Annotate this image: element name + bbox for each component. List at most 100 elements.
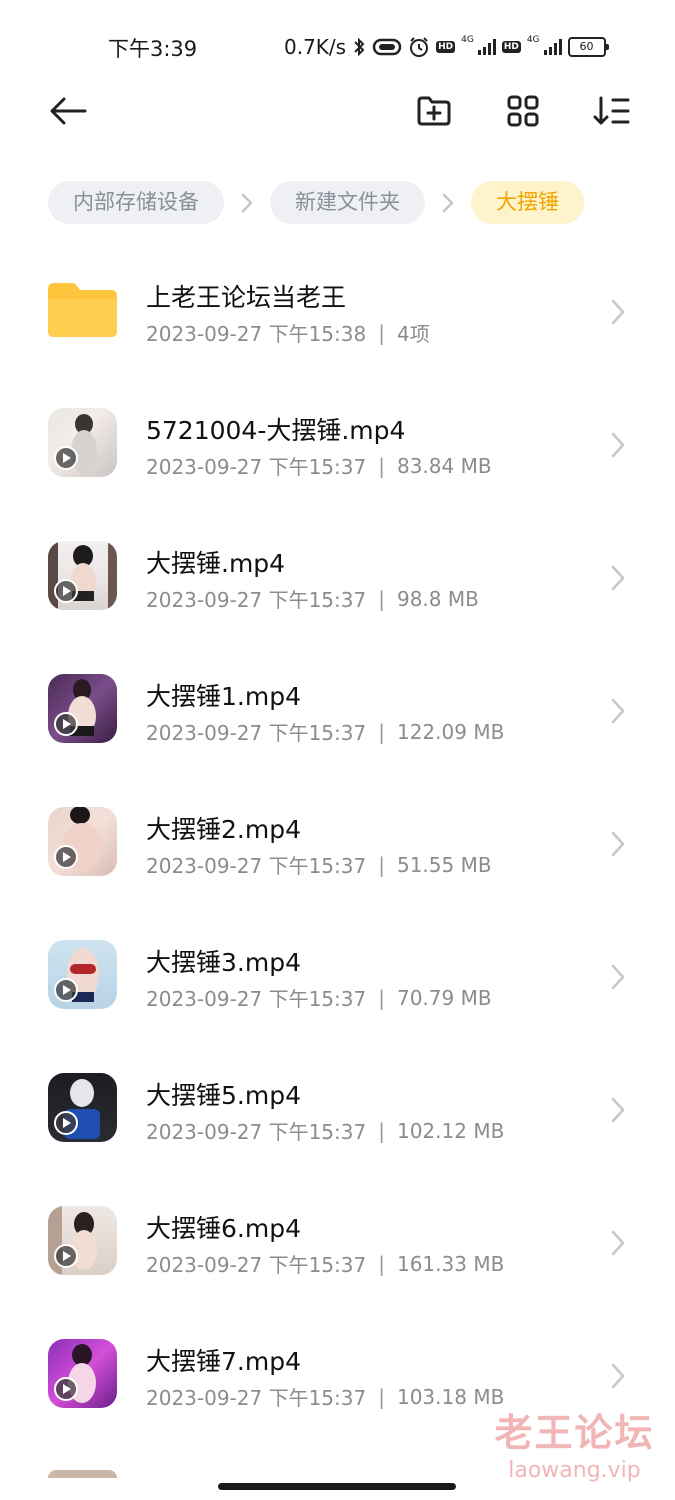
video-thumbnail [48,807,117,876]
list-item-video[interactable]: 大摆锤5.mp4 2023-09-27 下午15:37 | 102.12 MB [0,1043,675,1176]
file-date: 2023-09-27 下午15:37 [146,588,367,612]
folder-icon [48,283,117,337]
status-icons: 0.7K/s HD 4G HD 4G 60 [284,33,609,61]
grid-view-button[interactable] [503,93,543,133]
list-item-video[interactable]: 大摆锤6.mp4 2023-09-27 下午15:37 | 161.33 MB [0,1176,675,1309]
play-icon [54,1244,78,1268]
file-date: 2023-09-27 下午15:37 [146,854,367,878]
chevron-right-icon [608,564,628,592]
breadcrumb-current-folder[interactable]: 大摆锤 [471,181,584,224]
sort-button[interactable] [592,93,632,133]
sort-icon [593,95,631,131]
file-date: 2023-09-27 下午15:37 [146,1253,367,1277]
list-item-video[interactable]: 大摆锤.mp4 2023-09-27 下午15:37 | 98.8 MB [0,511,675,644]
file-size: 161.33 MB [396,1251,505,1276]
file-name: 大摆锤2.mp4 [146,815,301,844]
video-thumbnail [48,940,117,1009]
file-size: 102.12 MB [396,1118,505,1143]
back-button[interactable] [48,93,88,133]
video-thumbnail [48,1206,117,1275]
video-thumbnail [48,408,117,477]
file-size: 103.18 MB [396,1384,505,1409]
signal-icon [477,39,496,55]
file-size: 70.79 MB [396,985,492,1010]
network-speed: 0.7K/s [284,35,347,59]
hd-badge: HD [436,41,456,53]
chevron-right-icon [224,193,270,213]
folder-plus-icon [416,95,452,131]
chevron-right-icon [608,1229,628,1257]
file-date: 2023-09-27 下午15:37 [146,721,367,745]
chevron-right-icon [608,697,628,725]
chevron-right-icon [608,1096,628,1124]
file-name: 大摆锤.mp4 [146,549,286,578]
list-item-video[interactable]: 大摆锤2.mp4 2023-09-27 下午15:37 | 51.55 MB [0,777,675,910]
breadcrumb-new-folder[interactable]: 新建文件夹 [270,181,425,224]
file-meta: 2023-09-27 下午15:37 | 102.12 MB [146,1116,504,1145]
toolbar [0,85,675,141]
watermark-url: laowang.vip [508,1458,641,1483]
breadcrumb-internal-storage[interactable]: 内部存储设备 [48,181,224,224]
hd-badge: HD [501,41,521,53]
meta-separator: | [378,586,385,611]
video-thumbnail [48,541,117,610]
network-type-label: 4G [461,34,474,45]
list-item-video[interactable]: 大摆锤3.mp4 2023-09-27 下午15:37 | 70.79 MB [0,910,675,1043]
battery-icon: 60 [567,37,609,57]
status-bar: 下午3:39 0.7K/s HD 4G HD 4G 60 [0,0,675,92]
file-size: 83.84 MB [396,453,492,478]
video-thumbnail [48,674,117,743]
video-thumbnail [48,1073,117,1142]
file-meta: 2023-09-27 下午15:38 | 4项 [146,318,430,347]
vibrate-icon [372,38,402,56]
meta-separator: | [378,1384,385,1409]
new-folder-button[interactable] [414,93,454,133]
file-meta: 2023-09-27 下午15:37 | 51.55 MB [146,850,492,879]
file-date: 2023-09-27 下午15:37 [146,1386,367,1410]
file-date: 2023-09-27 下午15:38 [146,322,367,346]
file-name: 大摆锤7.mp4 [146,1347,301,1376]
network-type-label: 4G [526,34,540,45]
list-item-video[interactable]: 大摆锤1.mp4 2023-09-27 下午15:37 | 122.09 MB [0,644,675,777]
chevron-right-icon [608,431,628,459]
play-icon [54,712,78,736]
file-name: 大摆锤1.mp4 [146,682,301,711]
file-date: 2023-09-27 下午15:37 [146,1120,367,1144]
file-meta: 2023-09-27 下午15:37 | 70.79 MB [146,983,492,1012]
status-time: 下午3:39 [108,37,198,61]
file-size: 98.8 MB [396,586,479,611]
chevron-right-icon [608,963,628,991]
file-size: 51.55 MB [396,852,492,877]
chevron-right-icon [608,830,628,858]
meta-separator: | [378,1251,385,1276]
bluetooth-icon [352,37,366,57]
breadcrumb: 内部存储设备 新建文件夹 大摆锤 [48,181,584,224]
play-icon [54,446,78,470]
play-icon [54,1111,78,1135]
file-name: 大摆锤6.mp4 [146,1214,301,1243]
list-item-folder[interactable]: 上老王论坛当老王 2023-09-27 下午15:38 | 4项 [0,245,675,378]
file-meta: 2023-09-27 下午15:37 | 103.18 MB [146,1382,504,1411]
signal-icon [543,39,562,55]
home-indicator[interactable] [218,1483,456,1490]
file-name: 大摆锤5.mp4 [146,1081,301,1110]
file-meta: 2023-09-27 下午15:37 | 98.8 MB [146,584,479,613]
video-thumbnail [48,1470,117,1478]
meta-separator: | [378,320,385,345]
list-item-video[interactable]: 大摆锤7.mp4 2023-09-27 下午15:37 | 103.18 MB [0,1309,675,1442]
file-date: 2023-09-27 下午15:37 [146,987,367,1011]
video-thumbnail [48,1339,117,1408]
file-size: 122.09 MB [396,719,505,744]
file-name: 5721004-大摆锤.mp4 [146,416,406,445]
arrow-left-icon [49,96,87,130]
file-meta: 2023-09-27 下午15:37 | 161.33 MB [146,1249,504,1278]
play-icon [54,579,78,603]
chevron-right-icon [608,298,628,326]
alarm-icon [408,36,430,58]
chevron-right-icon [608,1362,628,1390]
file-date: 2023-09-27 下午15:37 [146,455,367,479]
meta-separator: | [378,852,385,877]
meta-separator: | [378,985,385,1010]
list-item-video[interactable]: 5721004-大摆锤.mp4 2023-09-27 下午15:37 | 83.… [0,378,675,511]
play-icon [54,845,78,869]
